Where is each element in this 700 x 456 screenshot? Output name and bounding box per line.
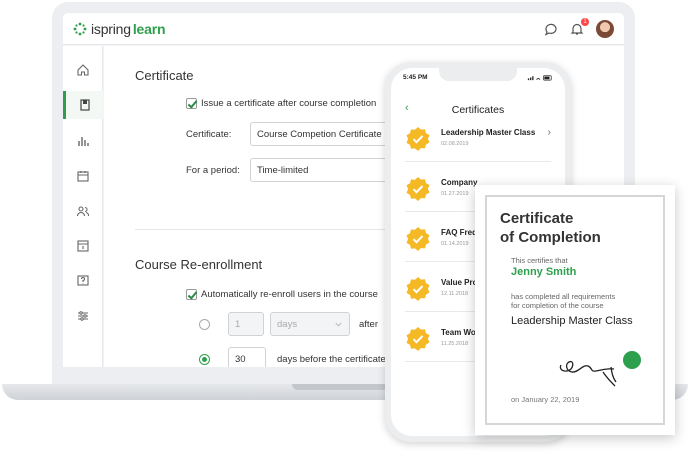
certificate-item-name: Value Pro: [441, 278, 478, 287]
certificate-item-name: Leadership Master Class: [441, 128, 536, 137]
avatar[interactable]: [596, 19, 614, 38]
certificate-item-date: 01.14.2019: [441, 241, 469, 247]
sidebar-item-info[interactable]: [63, 232, 103, 260]
sidebar-item-reports[interactable]: [63, 127, 103, 155]
phone-notch: [439, 68, 517, 81]
sidebar-item-home[interactable]: [63, 56, 103, 84]
calendar-icon: [77, 171, 89, 182]
app-header: ispring learn 1: [63, 13, 624, 45]
reenroll-after-suffix: after: [359, 319, 379, 330]
certificate-preview-card: Certificate of Completion This certifies…: [475, 185, 675, 435]
logo-product-text: learn: [132, 20, 166, 37]
certificate-item-name: Team Wo: [441, 328, 476, 337]
certificate-select[interactable]: Course Competion Certificate: [250, 122, 390, 146]
reenroll-before-number-input[interactable]: 30: [228, 347, 266, 367]
certificate-item-name: FAQ Freq: [441, 228, 478, 237]
certificate-item-name: Company: [441, 178, 478, 187]
auto-reenroll-label: Automatically re-enroll users in the cou…: [201, 289, 378, 300]
sidebar-item-courses[interactable]: [63, 91, 103, 119]
certificate-title-line1: Certificate: [500, 210, 574, 227]
sidebar-item-settings[interactable]: [63, 302, 103, 330]
certificate-seal: [623, 351, 641, 369]
auto-reenroll-checkbox[interactable]: [186, 289, 197, 300]
completed-text-line1: has completed all requirements: [511, 292, 616, 301]
certificate-item-date: 11.25.2018: [441, 341, 469, 347]
recipient-name: Jenny Smith: [511, 266, 577, 278]
users-icon: [76, 206, 90, 217]
status-icons: [527, 74, 553, 83]
logo-brand-text: ispring: [91, 20, 131, 37]
medal-icon: [406, 227, 430, 251]
certificate-title-line2: of Completion: [500, 229, 601, 246]
status-time: 5:45 PM: [403, 74, 428, 81]
reenroll-before-suffix: days before the certificate: [277, 354, 386, 365]
medal-icon: [406, 327, 430, 351]
reenroll-after-number-input[interactable]: 1: [228, 312, 264, 336]
sidebar-item-help[interactable]: [63, 267, 103, 295]
certificate-field-label: Certificate:: [186, 129, 232, 140]
sliders-icon: [78, 311, 88, 321]
certificate-item-date: 02.08.2019: [441, 141, 469, 147]
certificate-date: on January 22, 2019: [511, 395, 580, 404]
reenroll-after-radio[interactable]: [199, 319, 210, 330]
medal-icon: [406, 277, 430, 301]
period-field-label: For a period:: [186, 165, 240, 176]
chevron-right-icon: ›: [547, 127, 551, 138]
reenroll-before-radio[interactable]: [199, 354, 210, 365]
sidebar-item-users[interactable]: [63, 197, 103, 225]
notification-badge: 1: [581, 17, 589, 26]
chat-icon[interactable]: [544, 22, 558, 36]
bar-chart-icon: [78, 137, 89, 146]
issue-certificate-checkbox[interactable]: [186, 98, 197, 109]
notifications-button[interactable]: 1: [570, 17, 589, 36]
signal-wifi-battery-icon: [527, 75, 552, 81]
sidebar: [63, 46, 103, 367]
certifies-text: This certifies that: [511, 256, 568, 265]
course-name: Leadership Master Class: [511, 315, 633, 327]
phone-screen-title: Certificates: [451, 104, 505, 116]
certificate-section-title: Certificate: [135, 68, 194, 83]
ispring-logo-icon: [73, 22, 87, 35]
completed-text-line2: for completion of the course: [511, 301, 604, 310]
home-icon: [77, 64, 89, 76]
help-icon: [77, 275, 89, 286]
sidebar-item-calendar[interactable]: [63, 162, 103, 190]
issue-certificate-label: Issue a certificate after course complet…: [201, 98, 377, 109]
medal-icon: [406, 127, 430, 151]
certificate-item-date: 01.27.2019: [441, 191, 469, 197]
certificate-item-date: 12.11.2018: [441, 291, 469, 297]
ispring-learn-logo[interactable]: ispring learn: [73, 20, 166, 37]
period-select[interactable]: Time-limited: [250, 158, 390, 182]
reenrollment-section-title: Course Re-enrollment: [135, 257, 263, 272]
certificate-list-item[interactable]: Leadership Master Class 02.08.2019 ›: [405, 118, 551, 162]
book-icon: [79, 99, 90, 111]
chevron-down-icon: [335, 322, 342, 327]
medal-icon: [406, 177, 430, 201]
reenroll-unit-select[interactable]: days: [270, 312, 350, 336]
reenroll-unit-value: days: [277, 318, 298, 330]
info-board-icon: [77, 240, 89, 252]
certificate-title: Certificate of Completion: [500, 209, 601, 247]
